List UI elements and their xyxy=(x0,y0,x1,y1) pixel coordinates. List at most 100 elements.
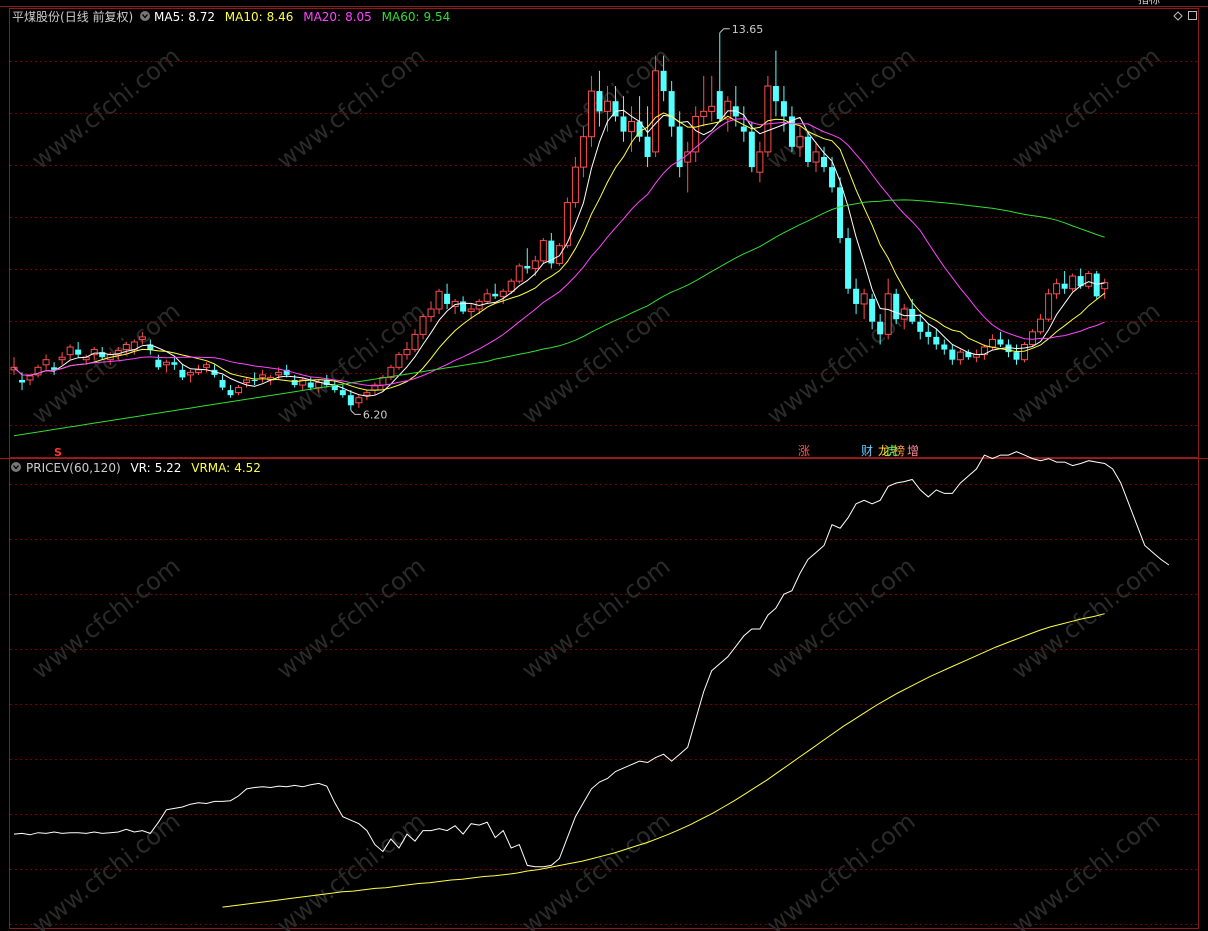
candle[interactable] xyxy=(563,197,571,249)
candle[interactable] xyxy=(1029,329,1037,348)
candle-body-down xyxy=(933,336,940,345)
candle[interactable] xyxy=(1045,288,1053,322)
stock-chart[interactable]: 指标 www.cfchi.comwww.cfchi.comwww.cfchi.c… xyxy=(0,0,1208,931)
zeng-badge[interactable]: 增 xyxy=(907,444,919,458)
candle-body-down xyxy=(997,339,1004,345)
candle-body-up xyxy=(628,121,636,133)
ma60-label: MA60: xyxy=(382,10,420,24)
candle-body-down xyxy=(179,369,186,378)
candle-body-up xyxy=(1021,344,1029,361)
ma10-label: MA10: xyxy=(225,10,263,24)
sub-indicator-toggle-icon[interactable] xyxy=(11,462,21,472)
candle-body-up xyxy=(796,136,804,148)
candle-body-down xyxy=(949,349,956,360)
candle[interactable] xyxy=(1085,271,1093,289)
candle-body-up xyxy=(363,392,371,396)
sub-indicator-name: PRICEV(60,120) xyxy=(26,461,121,475)
candle-body-down xyxy=(660,70,667,92)
candle-body-up xyxy=(900,308,908,320)
candle-body-down xyxy=(821,156,828,168)
ma60-value: 9.54 xyxy=(424,10,451,24)
vrma-value: 4.52 xyxy=(234,461,261,475)
candle-body-down xyxy=(668,91,675,127)
candle-body-down xyxy=(676,126,683,168)
ma10-value: 8.46 xyxy=(267,10,294,24)
candle-body-down xyxy=(492,293,499,297)
ma5-value: 8.72 xyxy=(188,10,215,24)
candle-body-up xyxy=(194,369,202,373)
candle-body-up xyxy=(403,349,411,356)
candle-body-down xyxy=(596,91,603,112)
main-indicator-toggle-icon[interactable] xyxy=(140,11,150,21)
candle-body-down xyxy=(171,362,178,365)
candle-body-up xyxy=(860,293,868,305)
candle-body-up xyxy=(812,151,820,163)
candle[interactable] xyxy=(1093,271,1100,299)
candle-body-down xyxy=(227,390,234,396)
candle-body-up xyxy=(1053,283,1061,295)
vr-value: 5.22 xyxy=(155,461,182,475)
candle-body-down xyxy=(837,187,844,239)
candle-body-down xyxy=(644,136,651,157)
candle[interactable] xyxy=(1021,341,1029,363)
candle-body-up xyxy=(692,115,700,153)
candle-body-up xyxy=(539,240,547,262)
candle-body-up xyxy=(395,354,403,368)
candle-body-down xyxy=(853,288,860,304)
candle-body-up xyxy=(235,387,243,394)
sub-indicator-values: PRICEV(60,120) VR: 5.22 VRMA: 4.52 xyxy=(26,461,261,475)
candle-body-up xyxy=(419,316,427,335)
candle-body-down xyxy=(869,298,876,322)
candle[interactable] xyxy=(539,238,547,264)
stock-period: (日线 前复权) xyxy=(60,9,133,24)
candle[interactable] xyxy=(395,352,403,370)
candle-body-up xyxy=(1085,273,1093,287)
candle-body-up xyxy=(202,364,210,368)
candle-body-down xyxy=(845,238,852,289)
candle[interactable] xyxy=(652,55,660,157)
candle-body-up xyxy=(243,379,251,384)
candle-body-up xyxy=(515,265,523,282)
s-marker[interactable]: S xyxy=(54,446,62,459)
candle-body-up xyxy=(708,105,716,112)
candle-body-up xyxy=(483,293,491,302)
candle[interactable] xyxy=(387,364,395,380)
candle[interactable] xyxy=(764,75,772,157)
candle-body-up xyxy=(411,333,419,351)
candle-body-down xyxy=(804,136,811,163)
candle-body-up xyxy=(427,308,435,318)
toolbar-indicator-button[interactable]: 指标 xyxy=(1138,0,1160,6)
candle-body-up xyxy=(571,166,579,204)
candle-body-down xyxy=(524,265,531,269)
candle-body-up xyxy=(275,371,283,376)
cai-badge[interactable]: 财 xyxy=(861,444,873,458)
candle[interactable] xyxy=(1069,273,1077,292)
candle-body-down xyxy=(347,395,354,406)
candle-body-down xyxy=(219,379,226,388)
candle-body-down xyxy=(893,293,900,320)
candle[interactable] xyxy=(893,288,900,325)
candle-body-down xyxy=(780,101,787,117)
candle-body-up xyxy=(162,361,170,366)
candle-body-up xyxy=(956,351,964,361)
candle[interactable] xyxy=(804,131,811,168)
ma5-label: MA5: xyxy=(154,10,184,24)
candle[interactable] xyxy=(515,263,523,284)
candle-body-up xyxy=(1037,318,1045,333)
candle-body-down xyxy=(917,321,924,332)
candle-body-down xyxy=(75,349,82,355)
candle-body-down xyxy=(444,293,451,304)
candle-body-up xyxy=(1029,331,1037,346)
candle-body-up xyxy=(531,260,539,269)
candle[interactable] xyxy=(555,243,563,266)
candle-body-up xyxy=(66,346,74,356)
high-price-label: 13.65 xyxy=(732,23,764,36)
candle-body-up xyxy=(1069,275,1077,290)
ma20-value: 8.05 xyxy=(345,10,372,24)
candle-body-down xyxy=(740,126,747,132)
ma20-label: MA20: xyxy=(303,10,341,24)
candle-body-up xyxy=(988,338,996,348)
zhang-badge[interactable]: 涨 xyxy=(798,443,810,458)
bang-badge[interactable]: 榜 xyxy=(893,443,905,458)
candle-body-down xyxy=(155,359,162,368)
